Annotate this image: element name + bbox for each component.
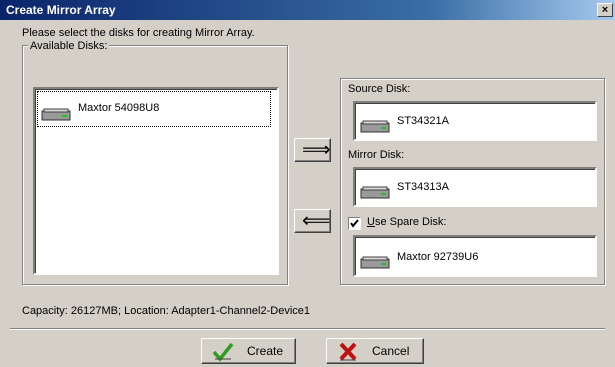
hard-disk-icon: [41, 108, 71, 121]
cancel-x-icon: [339, 342, 357, 361]
mirror-disk-box[interactable]: ST34313A: [353, 167, 597, 207]
close-icon: ×: [601, 4, 609, 16]
instruction-text: Please select the disks for creating Mir…: [22, 27, 255, 39]
hard-disk-icon: [360, 186, 390, 199]
window-title: Create Mirror Array: [6, 3, 116, 17]
spare-disk-box[interactable]: Maxtor 92739U6: [353, 235, 597, 277]
list-item[interactable]: Maxtor 54098U8: [37, 91, 271, 127]
disk-name: Maxtor 54098U8: [78, 102, 160, 114]
use-spare-disk-label-text: se Spare Disk:: [374, 216, 447, 228]
remove-from-array-button[interactable]: ⟸: [294, 209, 331, 233]
create-button[interactable]: Create: [201, 338, 296, 364]
divider: [10, 328, 605, 330]
capacity-location-info: Capacity: 26127MB; Location: Adapter1-Ch…: [22, 305, 311, 317]
hard-disk-icon: [360, 256, 390, 269]
use-spare-disk-checkbox[interactable]: [348, 217, 361, 230]
spare-disk-name: Maxtor 92739U6: [397, 251, 479, 263]
mirror-disk-label: Mirror Disk:: [348, 149, 405, 161]
create-mirror-array-dialog: Create Mirror Array × Please select the …: [0, 0, 615, 367]
add-to-array-button[interactable]: ⟹: [294, 138, 331, 162]
available-disks-label: Available Disks:: [28, 40, 110, 52]
hard-disk-icon: [360, 120, 390, 133]
arrow-right-icon: ⟹: [302, 139, 331, 161]
source-disk-label: Source Disk:: [348, 83, 411, 95]
checkmark-icon: [212, 342, 234, 362]
cancel-label: Cancel: [372, 344, 410, 358]
source-disk-box[interactable]: ST34321A: [353, 101, 597, 141]
use-spare-disk-accelerator: U: [367, 216, 375, 228]
create-label: Create: [247, 344, 284, 358]
cancel-button[interactable]: Cancel: [326, 338, 424, 364]
use-spare-disk-label[interactable]: Use Spare Disk:: [367, 216, 446, 228]
mirror-disk-name: ST34313A: [397, 181, 449, 193]
available-disks-list[interactable]: Maxtor 54098U8: [33, 87, 279, 275]
checkmark-icon: [350, 219, 359, 228]
source-disk-name: ST34321A: [397, 115, 449, 127]
arrow-left-icon: ⟸: [302, 210, 331, 232]
title-bar[interactable]: Create Mirror Array ×: [0, 0, 615, 20]
close-button[interactable]: ×: [597, 3, 613, 17]
